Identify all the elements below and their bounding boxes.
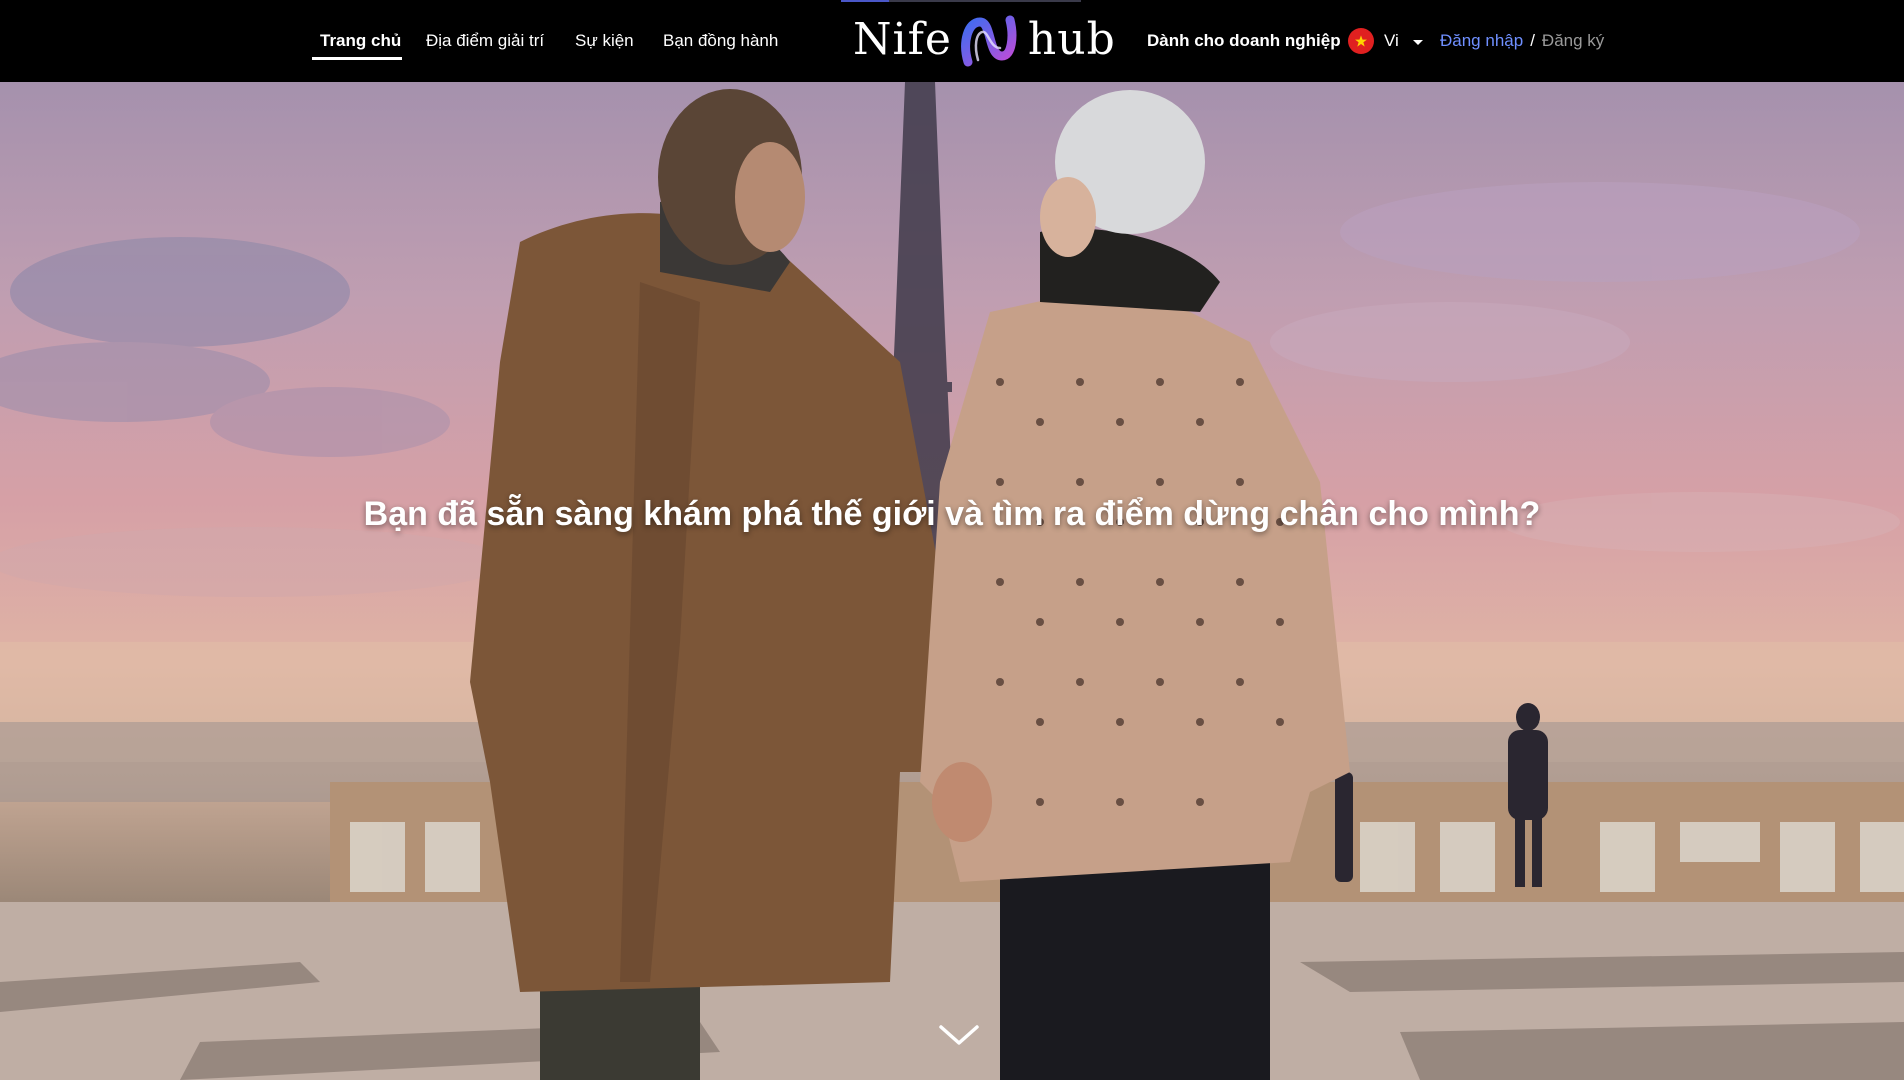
nav-item-home[interactable]: Trang chủ	[320, 0, 401, 82]
auth-links: Đăng nhập / Đăng ký	[1440, 0, 1604, 82]
page-loading-progress-fill	[841, 0, 889, 2]
chevron-down-icon[interactable]	[937, 1022, 981, 1048]
language-label: Vi	[1384, 31, 1399, 50]
nav-active-indicator	[312, 57, 402, 60]
page-loading-progress	[841, 0, 1081, 2]
auth-separator: /	[1530, 31, 1535, 50]
brand-logo-right-text: hub	[1027, 14, 1116, 65]
couple-at-eiffel-tower-photo	[0, 82, 1904, 1080]
for-business-link[interactable]: Dành cho doanh nghiệp	[1147, 0, 1341, 82]
brand-logo-left-text: Nife	[853, 14, 952, 65]
chevron-down-icon	[1412, 39, 1423, 45]
nife-hub-logo-icon	[961, 15, 1017, 67]
nav-item-events[interactable]: Sự kiện	[575, 0, 634, 82]
hero-headline: Bạn đã sẵn sàng khám phá thế giới và tìm…	[363, 494, 1541, 533]
hero-section: Bạn đã sẵn sàng khám phá thế giới và tìm…	[0, 82, 1904, 1080]
register-link[interactable]: Đăng ký	[1542, 31, 1604, 51]
login-link[interactable]: Đăng nhập	[1440, 31, 1523, 51]
language-selector[interactable]: Vi	[1348, 27, 1423, 55]
top-navigation-bar: Trang chủ Địa điểm giải trí Sự kiện Bạn …	[0, 0, 1904, 82]
nav-item-entertainment-places[interactable]: Địa điểm giải trí	[426, 0, 544, 82]
vietnam-flag-icon	[1348, 28, 1374, 54]
brand-logo[interactable]: Nife hub	[853, 10, 1116, 70]
nav-item-companions[interactable]: Bạn đồng hành	[663, 0, 778, 82]
